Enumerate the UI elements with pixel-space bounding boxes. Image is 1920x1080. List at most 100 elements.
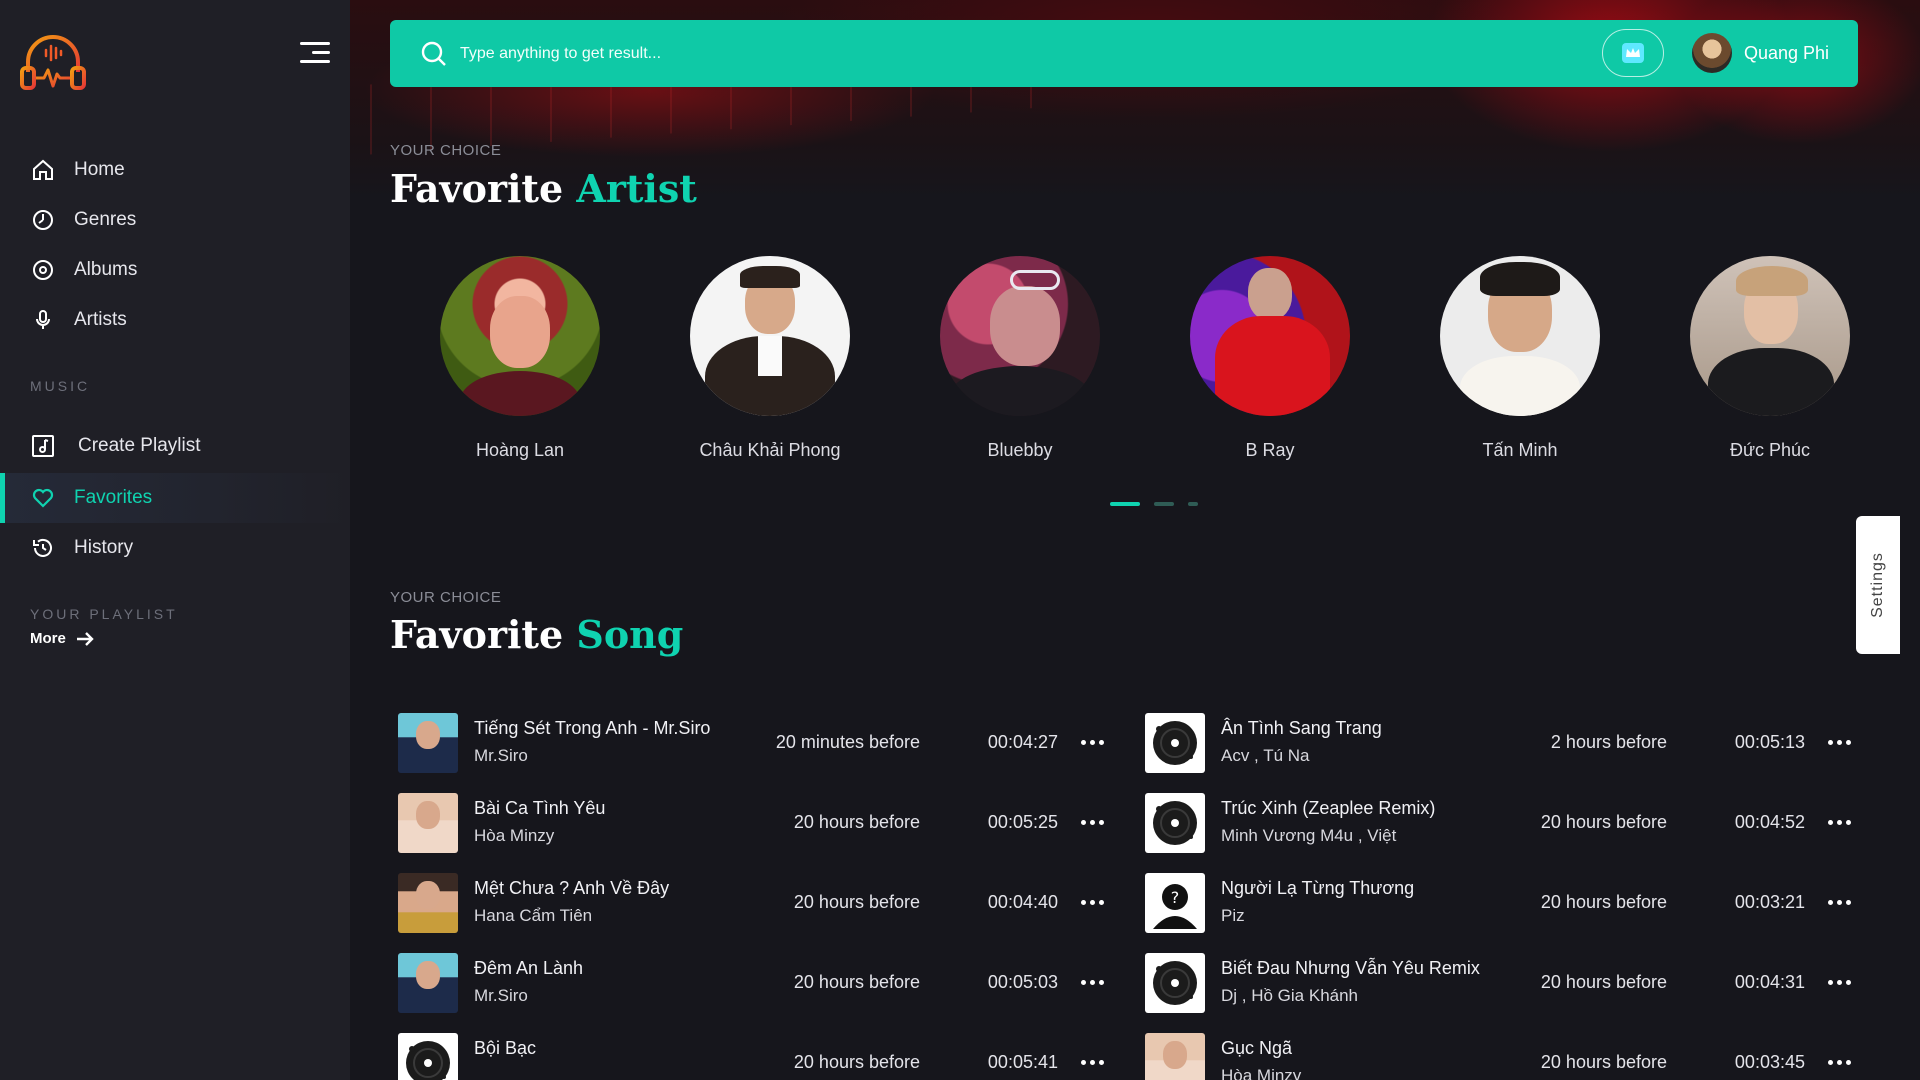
artist-photo: [1190, 256, 1350, 416]
song-row[interactable]: ? Người Lạ Từng Thương Piz 20 hours before 0…: [1137, 870, 1857, 934]
song-row[interactable]: Ân Tình Sang Trang Acv , Tú Na 2 hours bef…: [1137, 710, 1857, 774]
menu-toggle-icon[interactable]: [300, 42, 330, 66]
song-added-time: 20 hours before: [1540, 972, 1667, 992]
song-cover: ?: [1145, 873, 1205, 933]
song-duration: 00:03:45: [1734, 1052, 1805, 1072]
song-artist[interactable]: Acv , Tú Na: [1221, 746, 1310, 766]
song-row[interactable]: Bội Bạc 20 hours before 00:05:41: [390, 1030, 1110, 1080]
artist-card[interactable]: Tấn Minh: [1420, 256, 1620, 461]
song-title[interactable]: Người Lạ Từng Thương: [1221, 878, 1414, 899]
song-artist[interactable]: Piz: [1221, 906, 1245, 926]
song-row[interactable]: Đêm An Lành Mr.Siro 20 hours before 00:05:0…: [390, 950, 1110, 1014]
song-row[interactable]: Bài Ca Tình Yêu Hòa Minzy 20 hours before 0…: [390, 790, 1110, 854]
artist-name: Tấn Minh: [1482, 440, 1558, 460]
more-link[interactable]: More: [30, 630, 94, 647]
main-content: Quang Phi YOUR CHOICE Favorite Artist Ho…: [350, 0, 1920, 1080]
user-name: Quang Phi: [1744, 42, 1830, 63]
artist-section-title: Favorite Artist: [390, 166, 697, 211]
song-duration: 00:05:03: [987, 972, 1058, 992]
more-options-icon[interactable]: [1074, 970, 1110, 994]
song-added-time: 20 hours before: [793, 972, 920, 992]
artist-photo: [690, 256, 850, 416]
user-menu[interactable]: Quang Phi: [1692, 33, 1829, 73]
main-nav: Home Genres Albums Artists: [0, 145, 350, 345]
artist-card[interactable]: Bluebby: [920, 256, 1120, 461]
nav-label: History: [74, 537, 134, 558]
song-row[interactable]: Biết Đau Nhưng Vẫn Yêu Remix Dj , Hồ Gia …: [1137, 950, 1857, 1014]
carousel-dot-3[interactable]: [1188, 502, 1198, 506]
artist-card[interactable]: Đức Phúc: [1670, 256, 1870, 461]
nav-item-albums[interactable]: Albums: [0, 245, 350, 295]
carousel-dot-2[interactable]: [1154, 502, 1174, 506]
more-options-icon[interactable]: [1074, 810, 1110, 834]
search-bar: Quang Phi: [390, 20, 1858, 87]
more-options-icon[interactable]: [1074, 730, 1110, 754]
song-cover: [398, 793, 458, 853]
more-options-icon[interactable]: [1821, 810, 1857, 834]
song-row[interactable]: Gục Ngã Hòa Minzy 20 hours before 00:03:45: [1137, 1030, 1857, 1080]
song-title[interactable]: Trúc Xinh (Zeaplee Remix): [1221, 798, 1435, 819]
song-artist[interactable]: Hòa Minzy: [1221, 1066, 1301, 1080]
artist-card[interactable]: Châu Khải Phong: [670, 256, 870, 461]
nav-item-create-playlist[interactable]: Create Playlist: [0, 420, 350, 472]
title-main: Favorite: [390, 166, 577, 211]
nav-item-favorites[interactable]: Favorites: [0, 473, 350, 523]
song-title[interactable]: Ân Tình Sang Trang: [1221, 718, 1382, 739]
nav-label: Genres: [74, 209, 137, 230]
song-artist[interactable]: Minh Vương M4u , Việt: [1221, 826, 1396, 846]
settings-tab[interactable]: Settings: [1856, 516, 1900, 654]
song-artist[interactable]: Hana Cẩm Tiên: [474, 906, 592, 926]
artist-card[interactable]: B Ray: [1170, 256, 1370, 461]
song-title[interactable]: Tiếng Sét Trong Anh - Mr.Siro: [474, 718, 710, 739]
song-duration: 00:05:25: [987, 812, 1058, 832]
nav-item-history[interactable]: History: [0, 523, 350, 573]
song-title[interactable]: Bội Bạc: [474, 1038, 536, 1059]
song-row[interactable]: Tiếng Sét Trong Anh - Mr.Siro Mr.Siro 20 m…: [390, 710, 1110, 774]
arrow-right-icon: [76, 631, 94, 646]
artist-name: Bluebby: [987, 440, 1053, 460]
avatar: [1692, 33, 1732, 73]
nav-item-genres[interactable]: Genres: [0, 195, 350, 245]
genres-icon: [30, 207, 56, 233]
search-input[interactable]: [460, 38, 1560, 70]
music-section-label: MUSIC: [30, 378, 91, 394]
artist-eyebrow: YOUR CHOICE: [390, 142, 502, 159]
song-artist[interactable]: Mr.Siro: [474, 986, 528, 1006]
more-label: More: [30, 630, 66, 647]
premium-button[interactable]: [1602, 29, 1664, 77]
more-options-icon[interactable]: [1821, 1050, 1857, 1074]
title-main: Favorite: [390, 612, 577, 657]
artist-card[interactable]: Hoàng Lan: [420, 256, 620, 461]
song-artist[interactable]: Mr.Siro: [474, 746, 528, 766]
song-title[interactable]: Bài Ca Tình Yêu: [474, 798, 605, 819]
microphone-icon: [30, 307, 56, 333]
more-options-icon[interactable]: [1074, 1050, 1110, 1074]
song-title[interactable]: Biết Đau Nhưng Vẫn Yêu Remix: [1221, 958, 1480, 979]
nav-item-home[interactable]: Home: [0, 145, 350, 195]
more-options-icon[interactable]: [1074, 890, 1110, 914]
song-added-time: 20 hours before: [1540, 892, 1667, 912]
song-cover: [1145, 713, 1205, 773]
song-cover: [1145, 1033, 1205, 1080]
song-row[interactable]: Mệt Chưa ? Anh Về Đây Hana Cẩm Tiên 20 hou…: [390, 870, 1110, 934]
search-icon[interactable]: [420, 40, 448, 68]
headphones-logo-icon[interactable]: [18, 32, 88, 94]
artist-photo: [1440, 256, 1600, 416]
nav-item-artists[interactable]: Artists: [0, 295, 350, 345]
more-options-icon[interactable]: [1821, 970, 1857, 994]
song-title[interactable]: Đêm An Lành: [474, 958, 583, 979]
song-row[interactable]: Trúc Xinh (Zeaplee Remix) Minh Vương M4u …: [1137, 790, 1857, 854]
more-options-icon[interactable]: [1821, 890, 1857, 914]
song-artist[interactable]: Hòa Minzy: [474, 826, 554, 846]
carousel-dot-1[interactable]: [1110, 502, 1140, 506]
artist-photo: [1690, 256, 1850, 416]
song-duration: 00:04:40: [987, 892, 1058, 912]
song-artist[interactable]: Dj , Hồ Gia Khánh: [1221, 986, 1358, 1006]
song-cover: [1145, 793, 1205, 853]
music-nav: Create Playlist Favorites History: [0, 420, 350, 573]
more-options-icon[interactable]: [1821, 730, 1857, 754]
song-title[interactable]: Mệt Chưa ? Anh Về Đây: [474, 878, 669, 899]
song-title[interactable]: Gục Ngã: [1221, 1038, 1292, 1059]
nav-label: Artists: [74, 309, 127, 330]
song-added-time: 20 minutes before: [775, 732, 920, 752]
